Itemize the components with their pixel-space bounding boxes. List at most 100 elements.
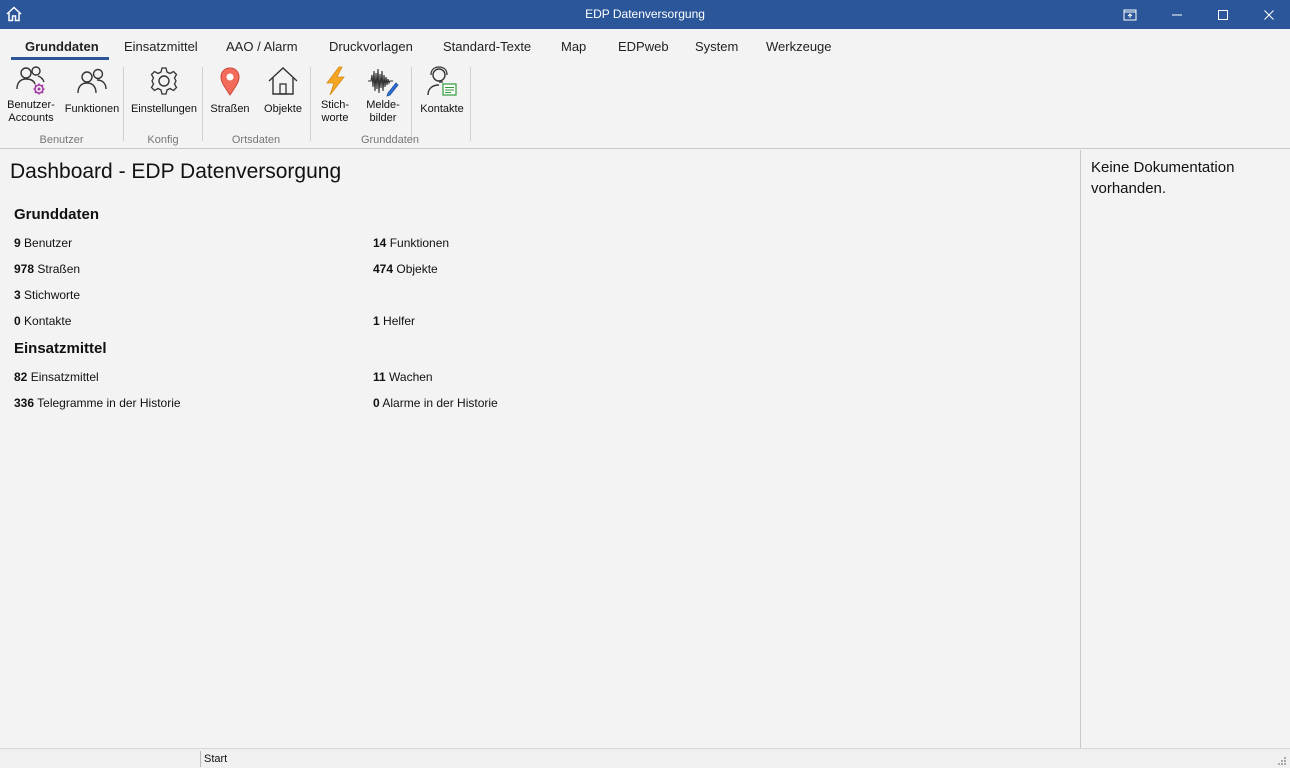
documentation-pane: Keine Dokumentation vorhanden. [1080,150,1290,748]
einstellungen-label: Einstellungen [130,103,198,115]
section-title-grunddaten: Grunddaten [14,206,99,223]
dashboard-panel: Dashboard - EDP Datenversorgung Grunddat… [0,150,1080,748]
close-button[interactable] [1246,0,1290,29]
tab-aao-alarm[interactable]: AAO / Alarm [226,39,298,54]
stat-funktionen: 14 Funktionen [373,236,449,250]
stat-count: 11 [373,370,386,384]
benutzer-accounts-label-line2: Accounts [8,112,54,124]
restore-to-top-button[interactable] [1107,0,1153,29]
stat-helfer: 1 Helfer [373,314,415,328]
stat-label: Kontakte [24,314,72,328]
lightning-icon [326,66,345,96]
stat-count: 3 [14,288,21,302]
status-bar: Start [0,748,1290,768]
stat-label: Einsatzmittel [30,370,99,384]
page-title: Dashboard - EDP Datenversorgung [10,160,342,183]
tab-werkzeuge[interactable]: Werkzeuge [766,39,832,54]
einstellungen-button[interactable]: Einstellungen [128,65,200,116]
stat-label: Alarme in der Historie [382,396,498,410]
tab-system[interactable]: System [695,39,738,54]
ribbon-separator [470,67,471,141]
close-icon [1264,9,1274,20]
waveform-pen-icon [368,68,399,97]
stichworte-label-line2: worte [321,112,349,124]
stat-label: Wachen [389,370,433,384]
house-icon [268,67,298,95]
stat-label: Objekte [396,262,438,276]
gear-icon [150,67,178,95]
stat-wachen: 11 Wachen [373,370,433,384]
strassen-button[interactable]: Straßen [206,65,254,116]
maximize-icon [1218,9,1228,20]
ribbon-separator [310,67,311,141]
stat-kontakte: 0 Kontakte [14,314,71,328]
ribbon-separator [202,67,203,141]
ribbon-separator [123,67,124,141]
stat-count: 82 [14,370,28,384]
benutzer-accounts-button[interactable]: Benutzer- Accounts [5,65,57,125]
tab-einsatzmittel[interactable]: Einsatzmittel [124,39,198,54]
benutzer-accounts-label-line1: Benutzer- [7,99,55,111]
tab-druckvorlagen[interactable]: Druckvorlagen [329,39,413,54]
headset-contact-icon [427,66,457,96]
ribbon-tabs: Grunddaten Einsatzmittel AAO / Alarm Dru… [0,29,1290,61]
tab-edpweb[interactable]: EDPweb [618,39,669,54]
stat-stichworte: 3 Stichworte [14,288,80,302]
stat-count: 336 [14,396,35,410]
stat-label: Telegramme in der Historie [37,396,181,410]
status-separator [200,751,201,767]
stat-einsatzmittel: 82 Einsatzmittel [14,370,99,384]
group-label-benutzer: Benutzer [39,134,84,146]
kontakte-button[interactable]: Kontakte [416,65,468,116]
stat-label: Helfer [383,314,416,328]
stat-count: 0 [373,396,380,410]
active-tab-indicator [11,57,109,60]
title-bar: EDP Datenversorgung [0,0,1290,29]
strassen-label: Straßen [210,103,250,115]
minimize-icon [1172,14,1182,15]
meldebilder-label-line2: bilder [369,112,397,124]
stat-label: Benutzer [24,236,73,250]
funktionen-label: Funktionen [64,103,120,115]
status-text: Start [204,753,228,765]
stat-count: 14 [373,236,387,250]
ribbon: Benutzer- Accounts Funktionen Benutzer E… [0,61,1290,149]
pin-window-icon [1123,9,1137,20]
stat-label: Funktionen [389,236,450,250]
stichworte-label-line1: Stich- [320,99,350,111]
group-label-ortsdaten: Ortsdaten [231,134,281,146]
users-gear-icon [16,66,45,95]
users-icon [77,68,107,94]
stat-objekte: 474 Objekte [373,262,438,276]
group-label-konfig: Konfig [147,134,179,146]
map-pin-icon [220,67,240,96]
tab-map[interactable]: Map [561,39,586,54]
ribbon-separator [411,67,412,141]
stat-strassen: 978 Straßen [14,262,80,276]
tab-standard-texte[interactable]: Standard-Texte [443,39,531,54]
objekte-label: Objekte [264,103,302,115]
stat-label: Stichworte [24,288,81,302]
documentation-text: Keine Dokumentation vorhanden. [1091,159,1235,197]
stat-count: 1 [373,314,380,328]
stat-benutzer: 9 Benutzer [14,236,72,250]
stat-count: 978 [14,262,35,276]
minimize-button[interactable] [1154,0,1200,29]
objekte-button[interactable]: Objekte [258,65,308,116]
tab-grunddaten[interactable]: Grunddaten [25,39,99,54]
stat-label: Straßen [37,262,81,276]
stat-count: 9 [14,236,21,250]
group-label-grunddaten: Grunddaten [360,134,420,146]
meldebilder-label-line1: Melde- [366,99,400,111]
stat-telegramme: 336 Telegramme in der Historie [14,396,181,410]
maximize-button[interactable] [1200,0,1246,29]
stat-alarme: 0 Alarme in der Historie [373,396,498,410]
stat-count: 0 [14,314,21,328]
kontakte-label: Kontakte [420,103,464,115]
meldebilder-button[interactable]: Melde- bilder [360,65,406,125]
stat-count: 474 [373,262,394,276]
stichworte-button[interactable]: Stich- worte [314,65,356,125]
section-title-einsatzmittel: Einsatzmittel [14,340,107,357]
funktionen-button[interactable]: Funktionen [61,65,123,116]
resize-grip-icon[interactable] [1277,756,1287,766]
